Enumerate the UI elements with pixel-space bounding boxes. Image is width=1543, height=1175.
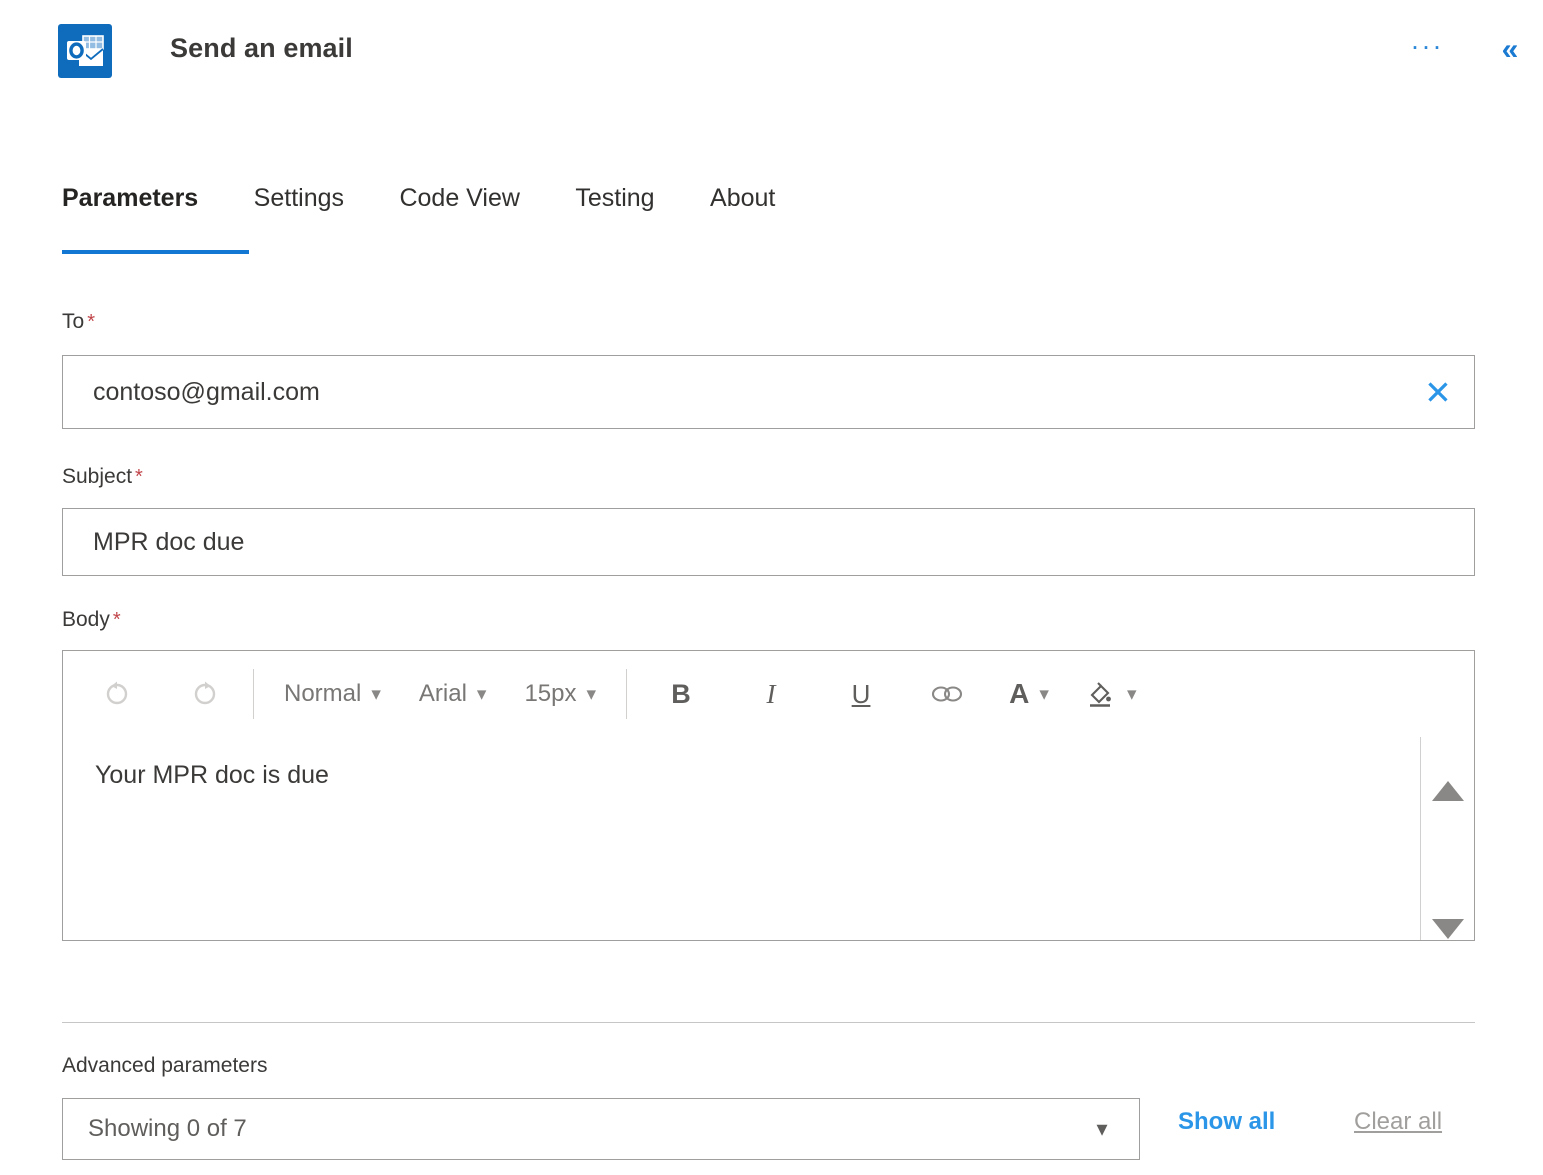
tab-about[interactable]: About bbox=[710, 184, 775, 215]
font-color-letter: A bbox=[1009, 678, 1030, 709]
chevron-down-icon[interactable]: ▾ bbox=[1065, 1116, 1139, 1142]
page-title: Send an email bbox=[170, 33, 353, 63]
scroll-up-arrow-icon[interactable] bbox=[1432, 781, 1464, 801]
font-family-select[interactable]: Arial ▾ bbox=[411, 668, 495, 720]
undo-icon[interactable] bbox=[91, 668, 143, 720]
toolbar-divider-1 bbox=[253, 669, 254, 719]
clear-all-link[interactable]: Clear all bbox=[1354, 1108, 1442, 1136]
advanced-parameters-label: Advanced parameters bbox=[62, 1054, 268, 1077]
underline-icon[interactable]: U bbox=[835, 668, 887, 720]
body-rich-text-editor: Normal ▾ Arial ▾ 15px ▾ B I U A ▾ ▾ Your… bbox=[62, 650, 1475, 941]
redo-icon[interactable] bbox=[179, 668, 231, 720]
body-text-area[interactable]: Your MPR doc is due bbox=[63, 737, 1474, 940]
active-tab-indicator bbox=[62, 250, 249, 254]
paragraph-style-value: Normal bbox=[284, 680, 362, 707]
font-color-icon[interactable]: A ▾ bbox=[1003, 668, 1055, 720]
advanced-parameters-select[interactable]: Showing 0 of 7 ▾ bbox=[62, 1098, 1140, 1160]
more-options-icon[interactable]: ··· bbox=[1404, 33, 1450, 70]
chevron-down-icon: ▾ bbox=[476, 683, 487, 705]
close-icon[interactable]: ✕ bbox=[1402, 376, 1474, 409]
font-size-value: 15px bbox=[524, 680, 577, 707]
subject-required-marker: * bbox=[135, 466, 143, 488]
show-all-link[interactable]: Show all bbox=[1178, 1108, 1275, 1136]
body-field-label: Body * bbox=[62, 608, 121, 632]
to-field-label: To * bbox=[62, 310, 95, 334]
chevron-down-icon: ▾ bbox=[586, 683, 597, 705]
tab-settings[interactable]: Settings bbox=[254, 184, 344, 215]
subject-input[interactable]: MPR doc due bbox=[62, 508, 1475, 576]
chevron-down-icon[interactable]: ▾ bbox=[1127, 683, 1137, 706]
rich-text-toolbar: Normal ▾ Arial ▾ 15px ▾ B I U A ▾ ▾ bbox=[63, 651, 1474, 737]
tab-bar: Parameters Settings Code View Testing Ab… bbox=[62, 184, 775, 246]
subject-input-value[interactable]: MPR doc due bbox=[63, 528, 1474, 557]
panel-header: Send an email ··· « bbox=[0, 0, 1543, 104]
to-input[interactable]: contoso@gmail.com ✕ bbox=[62, 355, 1475, 429]
paragraph-style-select[interactable]: Normal ▾ bbox=[276, 668, 389, 720]
font-size-select[interactable]: 15px ▾ bbox=[516, 668, 604, 720]
tab-testing[interactable]: Testing bbox=[575, 184, 654, 215]
chevron-down-icon: ▾ bbox=[371, 683, 381, 705]
body-label-text: Body bbox=[62, 608, 110, 631]
toolbar-divider-2 bbox=[626, 669, 628, 719]
font-family-value: Arial bbox=[418, 680, 467, 707]
to-input-value[interactable]: contoso@gmail.com bbox=[63, 378, 1402, 407]
tab-parameters[interactable]: Parameters bbox=[62, 184, 198, 215]
subject-field-label: Subject * bbox=[62, 465, 143, 489]
collapse-panel-icon[interactable]: « bbox=[1490, 33, 1530, 69]
outlook-icon bbox=[58, 24, 112, 78]
advanced-parameters-value: Showing 0 of 7 bbox=[88, 1115, 247, 1142]
chevron-down-icon[interactable]: ▾ bbox=[1039, 683, 1049, 706]
tab-code-view[interactable]: Code View bbox=[399, 184, 519, 215]
link-icon[interactable] bbox=[921, 668, 973, 720]
to-label-text: To bbox=[62, 310, 85, 333]
scroll-down-arrow-icon[interactable] bbox=[1432, 919, 1464, 939]
highlight-icon[interactable]: ▾ bbox=[1083, 668, 1137, 720]
body-scrollbar[interactable] bbox=[1420, 737, 1474, 940]
to-required-marker: * bbox=[87, 311, 95, 333]
body-required-marker: * bbox=[112, 609, 121, 631]
body-text-value: Your MPR doc is due bbox=[95, 761, 329, 789]
italic-icon[interactable]: I bbox=[745, 668, 797, 720]
subject-label-text: Subject bbox=[62, 465, 133, 488]
bold-icon[interactable]: B bbox=[655, 668, 707, 720]
section-divider bbox=[62, 1022, 1475, 1023]
